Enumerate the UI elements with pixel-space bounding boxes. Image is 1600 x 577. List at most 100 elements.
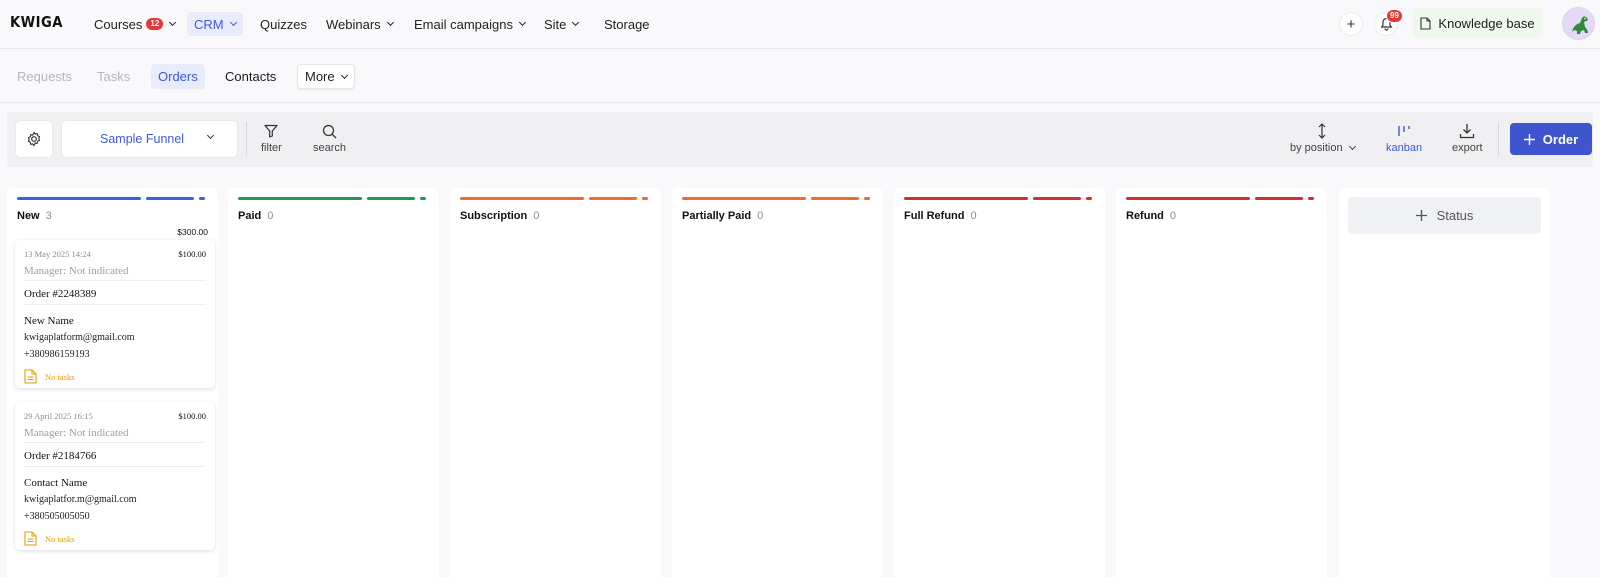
knowledge-base-label: Knowledge base — [1438, 15, 1535, 31]
order-date: 29 April 2025 16:15 — [24, 411, 93, 421]
nav-quizzes[interactable]: Quizzes — [253, 12, 314, 36]
sort-label: by position — [1290, 142, 1343, 154]
document-icon — [1420, 16, 1431, 30]
order-manager: Manager: Not indicated — [24, 265, 129, 277]
column-title: New 3 — [17, 210, 52, 222]
divider — [24, 466, 206, 467]
column-status-bar — [17, 197, 208, 201]
kanban-column-refund: Refund 0 — [1116, 188, 1327, 577]
tasks-label: No tasks — [45, 371, 75, 382]
filter-button[interactable]: filter — [261, 120, 282, 154]
column-status-bar — [682, 197, 873, 201]
kanban-label: kanban — [1386, 142, 1423, 154]
export-label: export — [1452, 142, 1483, 154]
nav-site-label: Site — [544, 16, 567, 32]
filter-label: filter — [261, 142, 282, 154]
divider — [24, 304, 206, 305]
notifications-badge: 99 — [1386, 9, 1403, 23]
order-number[interactable]: Order #2248389 — [24, 288, 96, 300]
order-card[interactable]: 13 May 2025 14:24 $100.00 Manager: Not i… — [15, 240, 215, 388]
contact-email[interactable]: kwigaplatform@gmail.com — [24, 332, 135, 343]
order-tasks[interactable]: No tasks — [24, 531, 75, 546]
top-navigation: KWIGA Courses 12 CRM Quizzes Webinars Em… — [0, 0, 1600, 49]
funnel-select-value: Sample Funnel — [100, 132, 185, 146]
gear-icon — [27, 131, 41, 147]
plus-icon — [1523, 133, 1535, 145]
column-count: 0 — [1169, 210, 1177, 222]
divider — [24, 280, 206, 281]
column-title: Paid 0 — [238, 210, 274, 222]
kanban-column-partially-paid: Partially Paid 0 — [672, 188, 883, 577]
search-button[interactable]: search — [313, 120, 346, 154]
tab-orders[interactable]: Orders — [151, 64, 205, 89]
order-number[interactable]: Order #2184766 — [24, 450, 96, 462]
contact-phone[interactable]: +380505005050 — [24, 511, 90, 522]
tab-contacts[interactable]: Contacts — [218, 64, 283, 89]
logo[interactable]: KWIGA — [10, 13, 63, 31]
kanban-view-button[interactable]: kanban — [1386, 120, 1422, 154]
column-status-bar — [1126, 197, 1317, 201]
contact-name[interactable]: Contact Name — [24, 477, 87, 489]
column-status-bar — [460, 197, 651, 201]
settings-button[interactable] — [15, 120, 53, 158]
order-amount: $100.00 — [178, 411, 206, 421]
search-icon — [322, 124, 337, 138]
nav-webinars-label: Webinars — [326, 16, 381, 32]
user-avatar[interactable] — [1562, 7, 1595, 40]
notifications-button[interactable]: 99 — [1374, 9, 1403, 36]
column-count: 0 — [533, 210, 540, 222]
chevron-down-icon — [229, 18, 237, 27]
contact-phone[interactable]: +380986159193 — [24, 349, 90, 360]
order-tasks[interactable]: No tasks — [24, 369, 75, 384]
task-document-icon — [24, 369, 37, 384]
download-icon — [1460, 124, 1475, 139]
chevron-down-icon — [572, 18, 580, 27]
search-label: search — [313, 142, 347, 154]
column-title: Refund 0 — [1126, 210, 1177, 222]
nav-site[interactable]: Site — [537, 12, 585, 36]
add-order-button[interactable]: Order — [1510, 123, 1592, 155]
kanban-column-paid: Paid 0 — [228, 188, 439, 577]
kanban-column-subscription: Subscription 0 — [450, 188, 661, 577]
chevron-down-icon — [386, 18, 394, 27]
tab-requests[interactable]: Requests — [10, 64, 79, 89]
column-count: 0 — [970, 210, 977, 222]
sort-button[interactable]: by position — [1290, 120, 1356, 154]
courses-badge: 12 — [146, 18, 164, 30]
nav-crm[interactable]: CRM — [187, 12, 243, 36]
kanban-column-full-refund: Full Refund 0 — [894, 188, 1105, 577]
nav-storage[interactable]: Storage — [597, 12, 657, 36]
nav-webinars[interactable]: Webinars — [319, 12, 400, 36]
column-status-bar — [904, 197, 1095, 201]
nav-crm-label: CRM — [194, 16, 224, 32]
toolbar-divider — [1498, 122, 1499, 156]
add-status-button[interactable]: Status — [1348, 197, 1541, 234]
quick-add-button[interactable]: + — [1339, 12, 1363, 36]
export-button[interactable]: export — [1452, 120, 1483, 154]
contact-name[interactable]: New Name — [24, 315, 74, 327]
add-order-label: Order — [1542, 131, 1579, 147]
column-total: $300.00 — [177, 227, 208, 237]
order-card[interactable]: 29 April 2025 16:15 $100.00 Manager: Not… — [15, 402, 215, 550]
nav-email-campaigns-label: Email campaigns — [414, 16, 513, 32]
knowledge-base-button[interactable]: Knowledge base — [1413, 8, 1542, 38]
sub-navigation: Requests Tasks Orders Contacts More — [0, 50, 1600, 103]
kanban-column-add — [1339, 188, 1550, 577]
tab-more[interactable]: More — [297, 64, 355, 89]
contact-email[interactable]: kwigaplatfor.m@gmail.com — [24, 494, 137, 505]
funnel-select[interactable]: Sample Funnel — [61, 120, 238, 158]
divider — [24, 442, 206, 443]
chevron-down-icon — [206, 131, 215, 140]
tasks-label: No tasks — [45, 533, 75, 544]
tab-tasks[interactable]: Tasks — [90, 64, 137, 89]
nav-quizzes-label: Quizzes — [260, 16, 307, 32]
order-date: 13 May 2025 14:24 — [24, 249, 91, 259]
nav-courses[interactable]: Courses 12 — [87, 12, 182, 36]
chevron-down-icon — [340, 71, 348, 79]
toolbar: Sample Funnel filter search by position … — [7, 112, 1593, 167]
column-title: Full Refund 0 — [904, 210, 977, 222]
chevron-down-icon — [169, 18, 177, 27]
column-title: Subscription 0 — [460, 210, 540, 222]
nav-email-campaigns[interactable]: Email campaigns — [407, 12, 532, 36]
column-status-bar — [238, 197, 429, 201]
